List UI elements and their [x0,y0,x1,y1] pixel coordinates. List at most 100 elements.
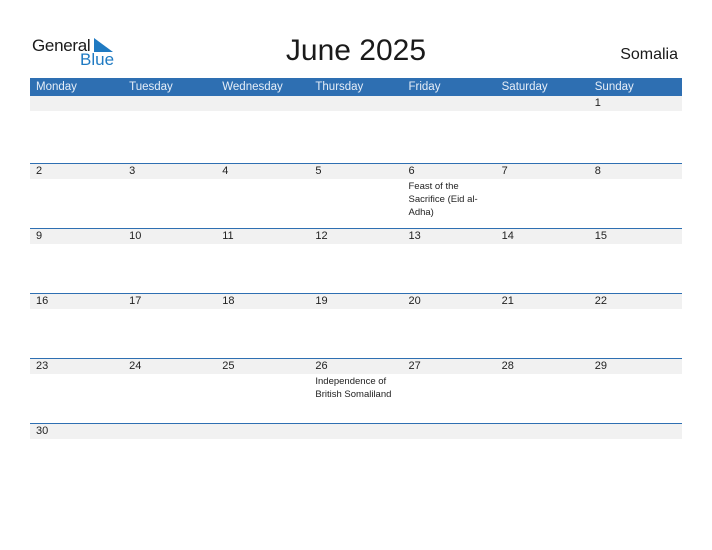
holiday-event [309,439,402,440]
holiday-event [496,374,589,401]
holiday-event [123,244,216,245]
holiday-event [496,244,589,245]
holiday-event [123,439,216,440]
holiday-event [123,179,216,219]
day-number-row: 23 24 25 26 27 28 29 [30,359,682,374]
day-number: 22 [594,295,607,307]
weekday-label: Friday [408,81,441,93]
day-number: 7 [501,165,508,177]
day-number: 3 [129,165,136,177]
weeks-container: 1 2 3 4 5 6 7 8 Feast of the Sacrifice (Eid al-A… [30,96,682,443]
holiday-event [496,439,589,440]
day-number-row: 1 [30,96,682,111]
holiday-event [589,111,682,112]
event-row: Feast of the Sacrifice (Eid al-Adha) [30,179,682,219]
holiday-event [216,374,309,401]
week-row: 23 24 25 26 27 28 29 Independence of British So… [30,358,682,423]
day-number: 14 [501,230,514,242]
day-number: 21 [501,295,514,307]
holiday-event [496,309,589,310]
day-number: 23 [36,360,49,372]
holiday-event [403,309,496,310]
day-number [123,424,216,439]
event-row: Independence of British Somaliland [30,374,682,401]
day-number: 13 [408,230,421,242]
holiday-event [30,439,123,440]
week-row: 2 3 4 5 6 7 8 Feast of the Sacrifice (Eid al-Ad… [30,163,682,228]
day-number [216,96,309,111]
event-row [30,439,682,440]
week-row: 9 10 11 12 13 14 15 [30,228,682,293]
day-number [403,96,496,111]
holiday-event [309,244,402,245]
day-number: 24 [129,360,142,372]
day-number [589,424,682,439]
holiday-event [496,111,589,112]
day-number: 10 [129,230,142,242]
weekday-label: Tuesday [129,81,173,93]
day-number-row: 2 3 4 5 6 7 8 [30,164,682,179]
holiday-event [496,179,589,219]
holiday-event [309,179,402,219]
holiday-event: Independence of British Somaliland [315,376,392,400]
holiday-event [30,244,123,245]
day-number [403,424,496,439]
day-number: 12 [315,230,328,242]
day-number [123,96,216,111]
holiday-event [216,244,309,245]
day-number: 29 [594,360,607,372]
holiday-event [216,309,309,310]
day-number: 9 [36,230,43,242]
day-number [216,424,309,439]
day-number [309,424,402,439]
holiday-event [403,244,496,245]
holiday-event [309,111,402,112]
day-number: 5 [315,165,322,177]
day-number: 8 [594,165,601,177]
holiday-event [123,374,216,401]
holiday-event [403,111,496,112]
day-number-row: 9 10 11 12 13 14 15 [30,229,682,244]
page-title: June 2025 [285,34,427,67]
holiday-event [123,309,216,310]
country-label: Somalia [620,46,678,63]
day-number-row: 16 17 18 19 20 21 22 [30,294,682,309]
holiday-event [589,179,682,219]
day-number: 16 [36,295,49,307]
day-number: 27 [408,360,421,372]
weekday-header: Monday Tuesday Wednesday Thursday Friday… [30,78,682,96]
event-row [30,244,682,245]
day-number [496,96,589,111]
holiday-event [123,111,216,112]
holiday-event [589,244,682,245]
day-number: 6 [408,165,415,177]
holiday-event [589,439,682,440]
holiday-event [589,374,682,401]
holiday-event [403,374,496,401]
day-number: 1 [594,97,601,109]
week-row: 16 17 18 19 20 21 22 [30,293,682,358]
holiday-event [216,111,309,112]
day-number [309,96,402,111]
weekday-label: Thursday [315,81,364,93]
week-row: 30 [30,423,682,443]
weekday-label: Wednesday [222,81,283,93]
day-number: 11 [222,230,234,242]
day-number: 18 [222,295,235,307]
holiday-event [216,439,309,440]
holiday-event [30,111,123,112]
holiday-event [309,309,402,310]
day-number: 30 [36,425,49,437]
day-number: 28 [501,360,514,372]
weekday-label: Monday [36,81,77,93]
week-row: 1 [30,96,682,163]
holiday-event: Feast of the Sacrifice (Eid al-Adha) [408,181,478,218]
event-row [30,111,682,112]
day-number-row: 30 [30,424,682,439]
day-number: 25 [222,360,235,372]
holiday-event [30,179,123,219]
day-number: 4 [222,165,229,177]
day-number: 2 [36,165,43,177]
weekday-label: Sunday [594,81,634,93]
day-number [30,96,123,111]
